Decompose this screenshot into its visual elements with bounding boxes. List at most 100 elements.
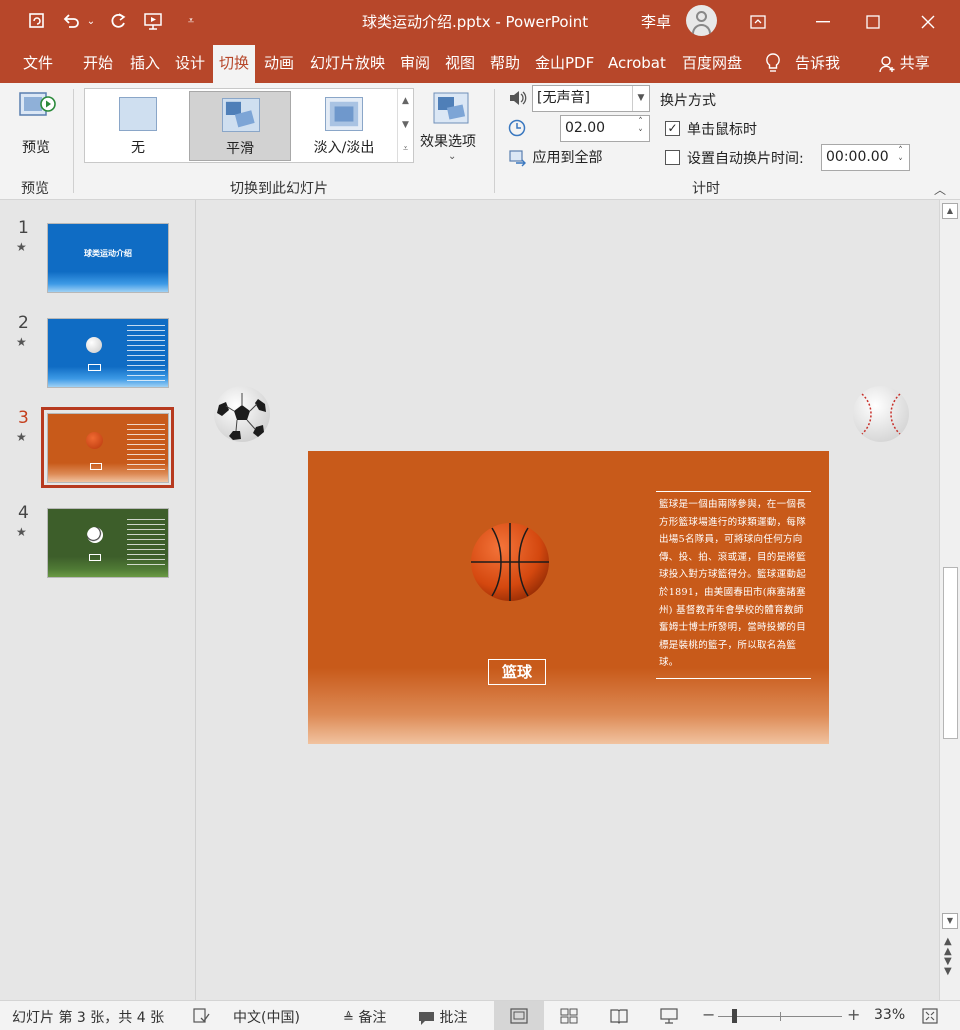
auto-advance-time-input[interactable]: 00:00.00 ˄ ˅ <box>821 144 910 171</box>
slide-thumbnail-4[interactable] <box>47 508 169 578</box>
soccer-ball-image[interactable] <box>213 385 271 443</box>
avatar[interactable] <box>686 5 717 36</box>
preview-button[interactable]: 预览 <box>14 89 62 159</box>
tab-transitions[interactable]: 切换 <box>213 45 256 83</box>
title-box-shape <box>89 554 101 561</box>
start-slideshow-icon[interactable] <box>142 10 164 32</box>
comments-icon <box>419 1011 434 1025</box>
slide-editing-area: 篮球 籃球是一個由兩隊參與，在一個長方形籃球場進行的球類運動，每隊出場5名隊員，… <box>197 200 939 1000</box>
gallery-down-icon[interactable]: ▼ <box>398 113 413 137</box>
on-click-checkbox[interactable]: ✓ <box>665 121 680 136</box>
undo-icon[interactable] <box>60 10 82 32</box>
effect-options-label: 效果选项 <box>420 134 476 150</box>
tab-jinshan-pdf[interactable]: 金山PDF <box>529 43 600 83</box>
zoom-level[interactable]: 33% <box>874 1007 905 1023</box>
notes-icon: ≜ <box>343 1011 354 1026</box>
comments-button[interactable]: 批注 <box>418 1007 467 1027</box>
transition-morph-label: 平滑 <box>226 141 254 157</box>
slide-count-status: 幻灯片 第 3 张，共 4 张 <box>12 1010 165 1026</box>
share-icon <box>879 55 895 72</box>
lightbulb-icon[interactable] <box>758 43 788 83</box>
sound-select[interactable]: [无声音] ▼ <box>532 85 650 112</box>
slide-body-text[interactable]: 籃球是一個由兩隊參與，在一個長方形籃球場進行的球類運動，每隊出場5名隊員，可將球… <box>656 491 811 679</box>
tab-design[interactable]: 设计 <box>169 43 211 83</box>
undo-dropdown-icon[interactable]: ⌄ <box>84 10 98 32</box>
apply-to-all-button[interactable]: 应用到全部 <box>508 147 602 167</box>
transition-none[interactable]: 无 <box>87 91 189 161</box>
notes-button[interactable]: ≜ 备注 <box>343 1007 386 1027</box>
slideshow-view-icon[interactable] <box>644 1001 694 1030</box>
transition-none-thumb <box>119 97 157 131</box>
fit-to-window-icon[interactable] <box>922 1008 938 1024</box>
ribbon-tabs: 文件 开始 插入 设计 切换 动画 幻灯片放映 审阅 视图 帮助 金山PDF A… <box>0 43 960 83</box>
duration-spinner[interactable]: ˄ ˅ <box>632 116 649 141</box>
gallery-scroll[interactable]: ▲ ▼ ⩡ <box>397 89 413 162</box>
status-bar: 幻灯片 第 3 张，共 4 张 中文(中国) ≜ 备注 批注 − + 33% <box>0 1000 960 1030</box>
tab-help[interactable]: 帮助 <box>484 43 526 83</box>
ribbon-display-options-icon[interactable] <box>735 0 781 43</box>
transition-star-icon: ★ <box>16 525 27 539</box>
auto-advance-spinner[interactable]: ˄ ˅ <box>892 145 909 170</box>
dropdown-arrow-icon: ▼ <box>632 86 649 111</box>
reading-view-icon[interactable] <box>594 1001 644 1030</box>
tab-review[interactable]: 审阅 <box>394 43 436 83</box>
tab-baidu-netdisk[interactable]: 百度网盘 <box>676 43 748 83</box>
current-slide[interactable]: 篮球 籃球是一個由兩隊參與，在一個長方形籃球場進行的球類運動，每隊出場5名隊員，… <box>308 451 829 744</box>
effect-options-button[interactable]: 效果选项 ⌄ <box>418 89 486 169</box>
fade-icon <box>325 97 363 131</box>
autosave-icon[interactable] <box>26 10 48 32</box>
tab-file[interactable]: 文件 <box>17 43 59 83</box>
duration-input[interactable]: 02.00 ˄ ˅ <box>560 115 650 142</box>
zoom-out-icon[interactable]: − <box>702 1005 715 1024</box>
sound-icon <box>510 91 527 105</box>
next-slide-icon[interactable]: ▼ ▼ <box>944 957 952 977</box>
maximize-icon[interactable] <box>850 0 896 43</box>
accessibility-icon[interactable] <box>192 1008 210 1024</box>
transition-morph[interactable]: 平滑 <box>189 91 291 161</box>
transition-star-icon: ★ <box>16 240 27 254</box>
tab-home[interactable]: 开始 <box>77 43 119 83</box>
duration-icon <box>508 119 526 137</box>
scrollbar-thumb[interactable] <box>943 567 958 739</box>
baseball-image[interactable] <box>852 385 910 443</box>
zoom-in-icon[interactable]: + <box>847 1005 860 1024</box>
slide-thumbnail-1[interactable]: 球类运动介绍 <box>47 223 169 293</box>
gallery-more-icon[interactable]: ⩡ <box>398 137 413 161</box>
user-name[interactable]: 李卓 <box>641 11 671 32</box>
tab-slideshow[interactable]: 幻灯片放映 <box>304 43 391 83</box>
comments-label: 批注 <box>439 1010 468 1026</box>
tab-view[interactable]: 视图 <box>439 43 481 83</box>
text-lines-shape <box>127 519 165 565</box>
tab-acrobat[interactable]: Acrobat <box>602 43 672 83</box>
close-icon[interactable] <box>905 0 951 43</box>
tab-animations[interactable]: 动画 <box>258 43 300 83</box>
share-button[interactable]: 共享 <box>873 43 936 83</box>
tab-insert[interactable]: 插入 <box>124 43 166 83</box>
duration-value: 02.00 <box>565 120 606 136</box>
basketball-image[interactable] <box>470 522 550 602</box>
slide-thumbnail-2[interactable] <box>47 318 169 388</box>
language-status[interactable]: 中文(中国) <box>233 1007 300 1027</box>
slide-title[interactable]: 篮球 <box>488 659 546 685</box>
slide-sorter-view-icon[interactable] <box>544 1001 594 1030</box>
scroll-up-icon[interactable]: ▲ <box>942 203 958 219</box>
slide-thumbnail-pane: 1 ★ 球类运动介绍 2 ★ 3 ★ 4 ★ <box>0 200 196 1000</box>
previous-slide-icon[interactable]: ▲ ▲ <box>944 937 952 957</box>
transition-star-icon: ★ <box>16 335 27 349</box>
transition-fade[interactable]: 淡入/淡出 <box>293 91 395 161</box>
morph-icon <box>222 98 260 132</box>
baseball-icon <box>86 337 102 353</box>
minimize-icon[interactable] <box>800 0 846 43</box>
normal-view-icon[interactable] <box>494 1001 544 1030</box>
zoom-slider-thumb[interactable] <box>732 1009 737 1023</box>
slide-thumbnail-3[interactable] <box>47 413 169 483</box>
slide-thumbnail-title: 球类运动介绍 <box>84 249 132 258</box>
customize-qat-icon[interactable]: ⩡ <box>180 10 202 32</box>
tell-me-search[interactable]: 告诉我 <box>789 43 846 83</box>
vertical-scrollbar[interactable]: ▲ ▼ ▲ ▲ ▼ ▼ <box>939 200 960 1000</box>
redo-icon[interactable] <box>108 10 130 32</box>
gallery-up-icon[interactable]: ▲ <box>398 89 413 113</box>
scroll-down-icon[interactable]: ▼ <box>942 913 958 929</box>
auto-advance-checkbox[interactable] <box>665 150 680 165</box>
collapse-ribbon-icon[interactable]: ︿ <box>934 181 946 198</box>
